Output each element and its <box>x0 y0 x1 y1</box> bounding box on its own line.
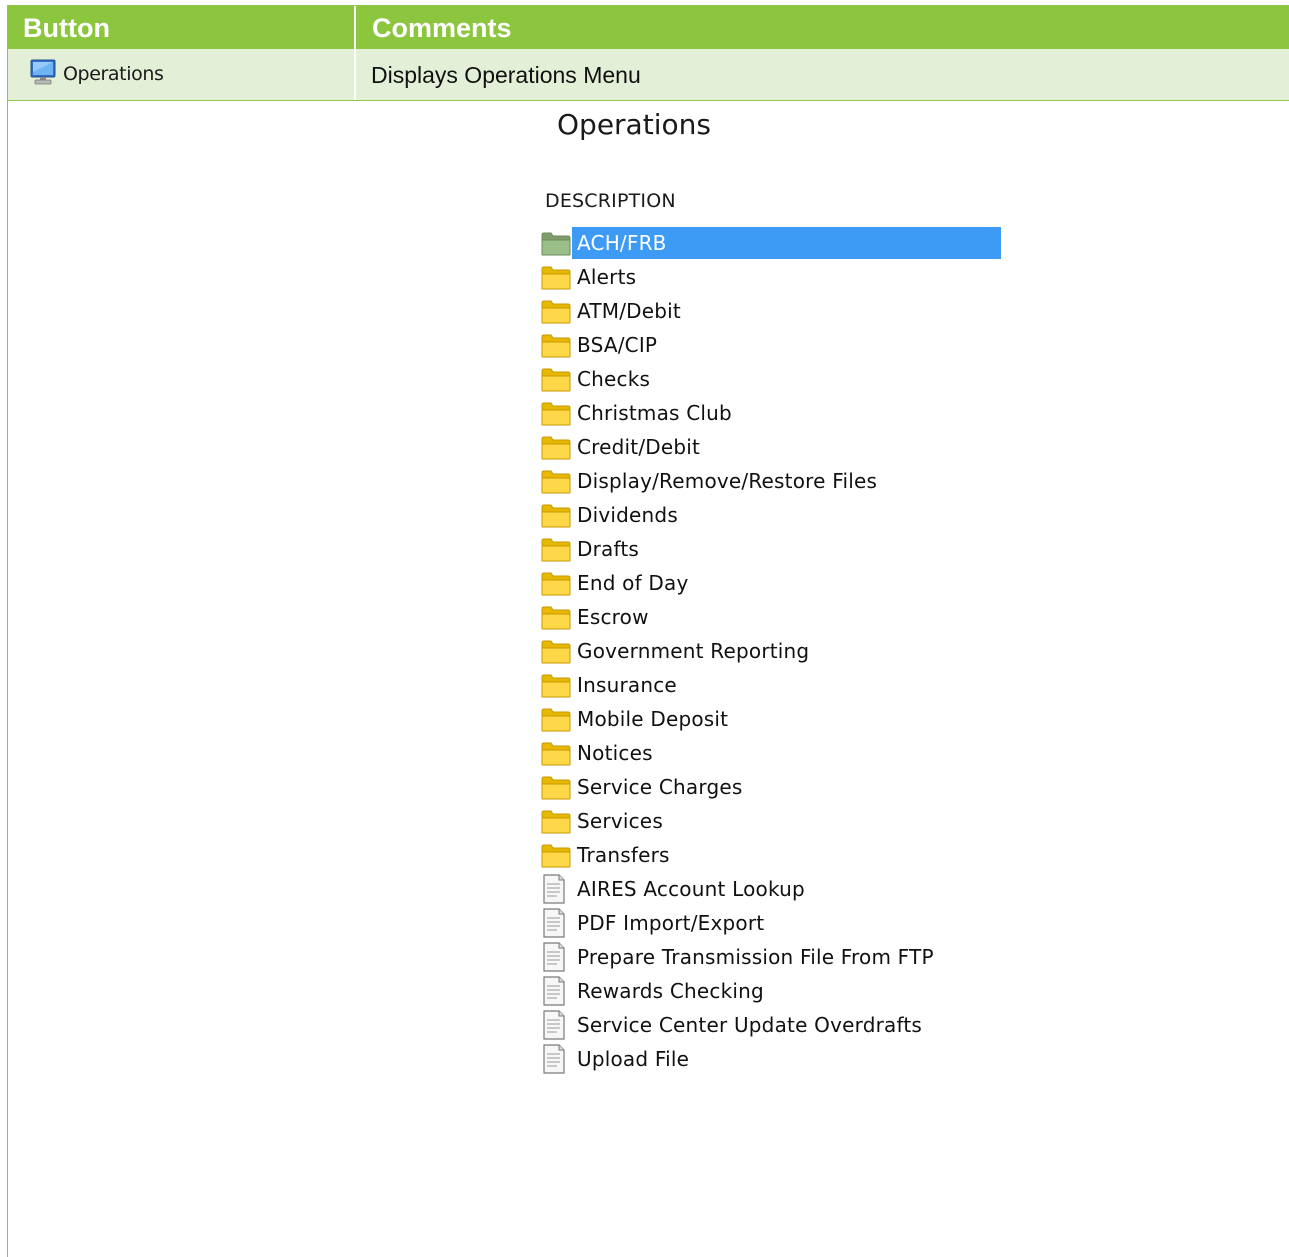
document-icon <box>540 872 572 906</box>
row-divider <box>354 49 356 100</box>
menu-item-label: Notices <box>577 741 653 765</box>
menu-item-label: Dividends <box>577 503 678 527</box>
header-comments: Comments <box>372 13 512 43</box>
menu-item[interactable]: BSA/CIP <box>540 328 1001 362</box>
header-button: Button <box>23 13 110 43</box>
menu-item[interactable]: Escrow <box>540 600 1001 634</box>
menu-item[interactable]: Checks <box>540 362 1001 396</box>
folder-icon <box>540 668 572 702</box>
menu-item-label: Services <box>577 809 663 833</box>
menu-item[interactable]: Rewards Checking <box>540 974 1001 1008</box>
menu-item-label: Display/Remove/Restore Files <box>577 469 878 493</box>
monitor-icon <box>29 58 57 91</box>
menu-item-label: Alerts <box>577 265 637 289</box>
menu-item-label: Insurance <box>577 673 677 697</box>
menu-item[interactable]: Credit/Debit <box>540 430 1001 464</box>
folder-icon <box>540 634 572 668</box>
document-icon <box>540 940 572 974</box>
menu-item-label: PDF Import/Export <box>577 911 765 935</box>
menu-item[interactable]: Alerts <box>540 260 1001 294</box>
menu-item-label: Transfers <box>577 843 670 867</box>
menu-item[interactable]: Insurance <box>540 668 1001 702</box>
document-icon <box>540 906 572 940</box>
menu-item-label: BSA/CIP <box>577 333 658 357</box>
menu-item[interactable]: Service Charges <box>540 770 1001 804</box>
menu-item-label: Rewards Checking <box>577 979 764 1003</box>
menu-item[interactable]: Transfers <box>540 838 1001 872</box>
folder-icon <box>540 362 572 396</box>
menu-item[interactable]: Government Reporting <box>540 634 1001 668</box>
folder-icon <box>540 226 572 260</box>
menu-item-label: Prepare Transmission File From FTP <box>577 945 934 969</box>
folder-icon <box>540 770 572 804</box>
column-header-description[interactable]: DESCRIPTION <box>545 190 676 212</box>
operations-button-label: Operations <box>63 63 164 85</box>
folder-icon <box>540 600 572 634</box>
operations-menu-list: ACH/FRB Alerts ATM/Debit BSA/CIP Checks … <box>540 226 1001 1076</box>
menu-item-label: Mobile Deposit <box>577 707 729 731</box>
comment-text: Displays Operations Menu <box>371 62 641 88</box>
menu-item[interactable]: Service Center Update Overdrafts <box>540 1008 1001 1042</box>
menu-item-label: Service Center Update Overdrafts <box>577 1013 923 1037</box>
menu-item-label: Christmas Club <box>577 401 732 425</box>
header-divider <box>354 6 356 49</box>
menu-item-label: Checks <box>577 367 651 391</box>
table-header-row: Button Comments <box>8 6 1289 49</box>
menu-item[interactable]: Drafts <box>540 532 1001 566</box>
folder-icon <box>540 702 572 736</box>
menu-item[interactable]: Christmas Club <box>540 396 1001 430</box>
menu-item-label: Service Charges <box>577 775 743 799</box>
menu-item[interactable]: Prepare Transmission File From FTP <box>540 940 1001 974</box>
menu-item[interactable]: Dividends <box>540 498 1001 532</box>
folder-icon <box>540 260 572 294</box>
document-icon <box>540 1008 572 1042</box>
menu-item[interactable]: ATM/Debit <box>540 294 1001 328</box>
menu-item[interactable]: Notices <box>540 736 1001 770</box>
folder-icon <box>540 396 572 430</box>
menu-item[interactable]: AIRES Account Lookup <box>540 872 1001 906</box>
menu-item-label: AIRES Account Lookup <box>577 877 805 901</box>
operations-button[interactable]: Operations <box>29 58 164 91</box>
menu-item-label: Escrow <box>577 605 649 629</box>
menu-item-label: End of Day <box>577 571 689 595</box>
folder-icon <box>540 328 572 362</box>
folder-icon <box>540 838 572 872</box>
folder-icon <box>540 566 572 600</box>
menu-item-label: Upload File <box>577 1047 690 1071</box>
folder-icon <box>540 804 572 838</box>
folder-icon <box>540 498 572 532</box>
menu-item[interactable]: Mobile Deposit <box>540 702 1001 736</box>
document-icon <box>540 1042 572 1076</box>
menu-item[interactable]: Display/Remove/Restore Files <box>540 464 1001 498</box>
menu-item-label: Credit/Debit <box>577 435 701 459</box>
menu-item-label: Government Reporting <box>577 639 810 663</box>
folder-icon <box>540 430 572 464</box>
menu-item[interactable]: PDF Import/Export <box>540 906 1001 940</box>
menu-item-label: Drafts <box>577 537 640 561</box>
menu-item[interactable]: Services <box>540 804 1001 838</box>
table-row: Operations Displays Operations Menu <box>8 49 1289 101</box>
menu-item[interactable]: ACH/FRB <box>540 226 1001 260</box>
folder-icon <box>540 294 572 328</box>
menu-item-label: ATM/Debit <box>577 299 681 323</box>
menu-title: Operations <box>557 108 711 141</box>
folder-icon <box>540 532 572 566</box>
folder-icon <box>540 736 572 770</box>
menu-item[interactable]: Upload File <box>540 1042 1001 1076</box>
menu-item-label: ACH/FRB <box>572 227 1001 259</box>
folder-icon <box>540 464 572 498</box>
document-icon <box>540 974 572 1008</box>
menu-item[interactable]: End of Day <box>540 566 1001 600</box>
